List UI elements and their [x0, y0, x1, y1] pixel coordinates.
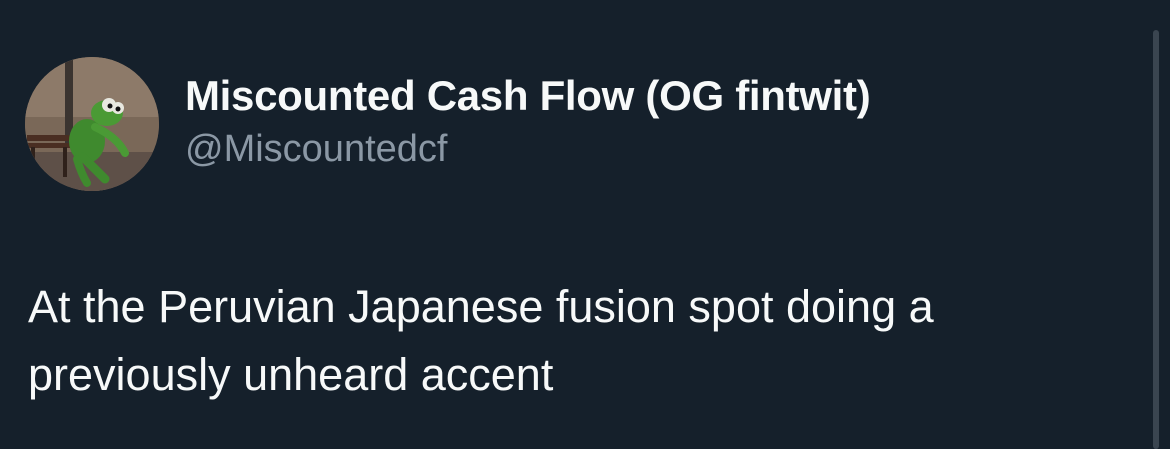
author-handle[interactable]: @Miscountedcf: [185, 128, 447, 171]
tweet-text-line: previously unheard accent: [28, 349, 554, 400]
avatar[interactable]: [25, 57, 159, 191]
kermit-avatar-icon: [25, 57, 159, 191]
tweet-card: Miscounted Cash Flow (OG fintwit) @Misco…: [0, 0, 1170, 449]
tweet-text: At the Peruvian Japanese fusion spot doi…: [28, 273, 1108, 409]
author-display-name[interactable]: Miscounted Cash Flow (OG fintwit): [185, 72, 871, 120]
scrollbar[interactable]: [1153, 30, 1159, 449]
tweet-text-line: At the Peruvian Japanese fusion spot doi…: [28, 281, 934, 332]
